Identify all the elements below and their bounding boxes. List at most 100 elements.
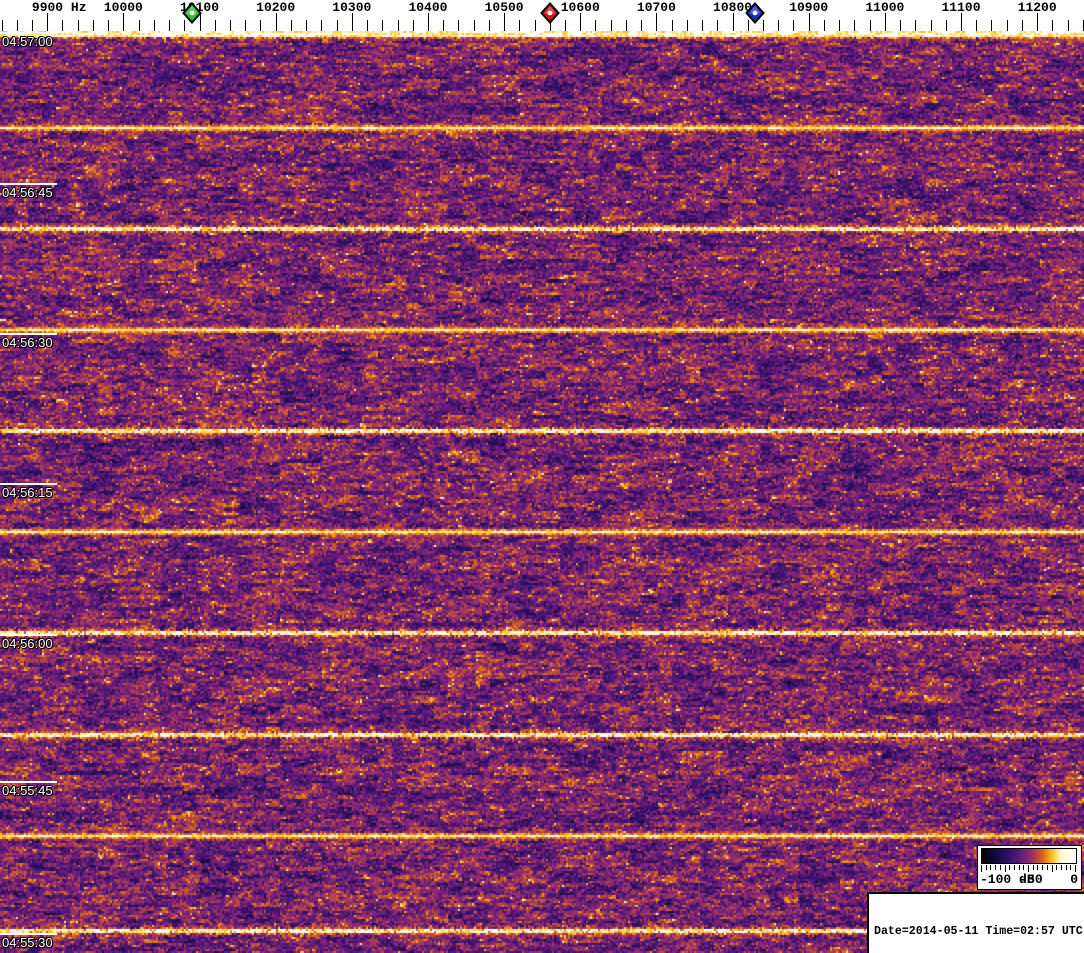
meteor-spectrogram-screen: 9900 Hz 10000 10100 10200 10300 10400 10500 106… xyxy=(0,0,1084,953)
ruler-minor-tick xyxy=(489,20,490,31)
ruler-minor-tick xyxy=(976,20,977,31)
ruler-minor-tick xyxy=(641,20,642,31)
ruler-minor-tick xyxy=(915,20,916,31)
color-scale-legend: -100 dB -50 0 xyxy=(977,845,1082,890)
ruler-minor-tick xyxy=(900,20,901,31)
legend-tick xyxy=(1042,865,1044,870)
freq-label: 10600 xyxy=(560,0,600,15)
ruler-minor-tick xyxy=(215,20,216,31)
ruler-minor-tick xyxy=(702,20,703,31)
ruler-minor-tick xyxy=(1007,20,1008,31)
freq-label: 10300 xyxy=(332,0,372,15)
ruler-major-tick xyxy=(276,13,277,31)
color-gradient-bar xyxy=(981,848,1077,864)
freq-label: 10400 xyxy=(408,0,448,15)
time-label: 04:56:30 xyxy=(2,335,53,350)
ruler-minor-tick xyxy=(382,20,383,31)
freq-label: 10500 xyxy=(484,0,524,15)
ruler-minor-tick xyxy=(321,20,322,31)
legend-tick xyxy=(1009,865,1011,870)
freq-label: 10700 xyxy=(636,0,676,15)
ruler-minor-tick xyxy=(245,20,246,31)
ruler-minor-tick xyxy=(535,20,536,31)
ruler-minor-tick xyxy=(413,20,414,31)
legend-tick xyxy=(981,865,982,872)
ruler-minor-tick xyxy=(595,20,596,31)
ruler-minor-tick xyxy=(78,20,79,31)
info-box: Date=2014-05-11 Time=02:57 UTC Freq=143 … xyxy=(867,892,1084,953)
ruler-minor-tick xyxy=(154,20,155,31)
ruler-minor-tick xyxy=(839,20,840,31)
time-label: 04:57:00 xyxy=(2,34,53,49)
ruler-major-tick xyxy=(428,13,429,31)
ruler-minor-tick xyxy=(565,20,566,31)
legend-tick xyxy=(995,865,997,870)
ruler-minor-tick xyxy=(1022,20,1023,31)
ruler-minor-tick xyxy=(2,20,3,31)
legend-tick xyxy=(1075,865,1076,872)
legend-tick xyxy=(1018,865,1020,870)
time-label: 04:55:30 xyxy=(2,935,53,950)
ruler-minor-tick xyxy=(687,20,688,31)
ruler-minor-tick xyxy=(672,20,673,31)
legend-tick xyxy=(1032,865,1034,870)
time-label: 04:55:45 xyxy=(2,783,53,798)
ruler-minor-tick xyxy=(717,20,718,31)
ruler-minor-tick xyxy=(626,20,627,31)
legend-tick xyxy=(1028,865,1029,872)
legend-tick xyxy=(1051,865,1053,872)
ruler-minor-tick xyxy=(793,20,794,31)
legend-tick xyxy=(1023,865,1025,870)
freq-marker-green-diamond-icon[interactable] xyxy=(182,2,202,24)
legend-label-max: 0 xyxy=(1070,872,1078,887)
ruler-minor-tick xyxy=(337,20,338,31)
ruler-minor-tick xyxy=(458,20,459,31)
ruler-minor-tick xyxy=(1052,20,1053,31)
ruler-major-tick xyxy=(809,13,810,31)
legend-tick xyxy=(990,865,992,870)
ruler-major-tick xyxy=(580,13,581,31)
legend-tick xyxy=(1004,865,1006,872)
ruler-minor-tick xyxy=(991,20,992,31)
ruler-minor-tick xyxy=(519,20,520,31)
ruler-minor-tick xyxy=(367,20,368,31)
legend-label-mid: -50 xyxy=(1019,872,1043,887)
ruler-minor-tick xyxy=(778,20,779,31)
ruler-minor-tick xyxy=(17,20,18,31)
ruler-minor-tick xyxy=(291,20,292,31)
freq-marker-blue-diamond-icon[interactable] xyxy=(745,2,766,24)
ruler-major-tick xyxy=(1037,13,1038,31)
ruler-minor-tick xyxy=(108,20,109,31)
freq-label: 11100 xyxy=(941,0,981,15)
legend-tick xyxy=(1060,865,1062,870)
ruler-major-tick xyxy=(352,13,353,31)
ruler-major-tick xyxy=(885,13,886,31)
ruler-major-tick xyxy=(504,13,505,31)
ruler-minor-tick xyxy=(230,20,231,31)
info-date-time: Date=2014-05-11 Time=02:57 UTC xyxy=(874,925,1083,938)
time-label: 04:56:45 xyxy=(2,185,53,200)
legend-tick xyxy=(1013,865,1015,870)
time-label: 04:56:15 xyxy=(2,485,53,500)
freq-label: 10000 xyxy=(103,0,143,15)
ruler-minor-tick xyxy=(62,20,63,31)
ruler-major-tick xyxy=(656,13,657,31)
ruler-minor-tick xyxy=(611,20,612,31)
ruler-minor-tick xyxy=(870,20,871,31)
ruler-minor-tick xyxy=(398,20,399,31)
ruler-minor-tick xyxy=(931,20,932,31)
time-label: 04:56:00 xyxy=(2,636,53,651)
ruler-major-tick xyxy=(733,13,734,31)
ruler-minor-tick xyxy=(169,20,170,31)
legend-tick xyxy=(1056,865,1058,870)
freq-marker-red-diamond-icon[interactable] xyxy=(539,2,560,24)
frequency-ruler: 9900 Hz 10000 10100 10200 10300 10400 10500 106… xyxy=(0,0,1084,31)
ruler-minor-tick xyxy=(93,20,94,31)
legend-tick xyxy=(1037,865,1039,870)
ruler-minor-tick xyxy=(1068,20,1069,31)
ruler-minor-tick xyxy=(306,20,307,31)
legend-tick xyxy=(1046,865,1048,870)
ruler-minor-tick xyxy=(260,20,261,31)
ruler-minor-tick xyxy=(32,20,33,31)
ruler-minor-tick xyxy=(824,20,825,31)
